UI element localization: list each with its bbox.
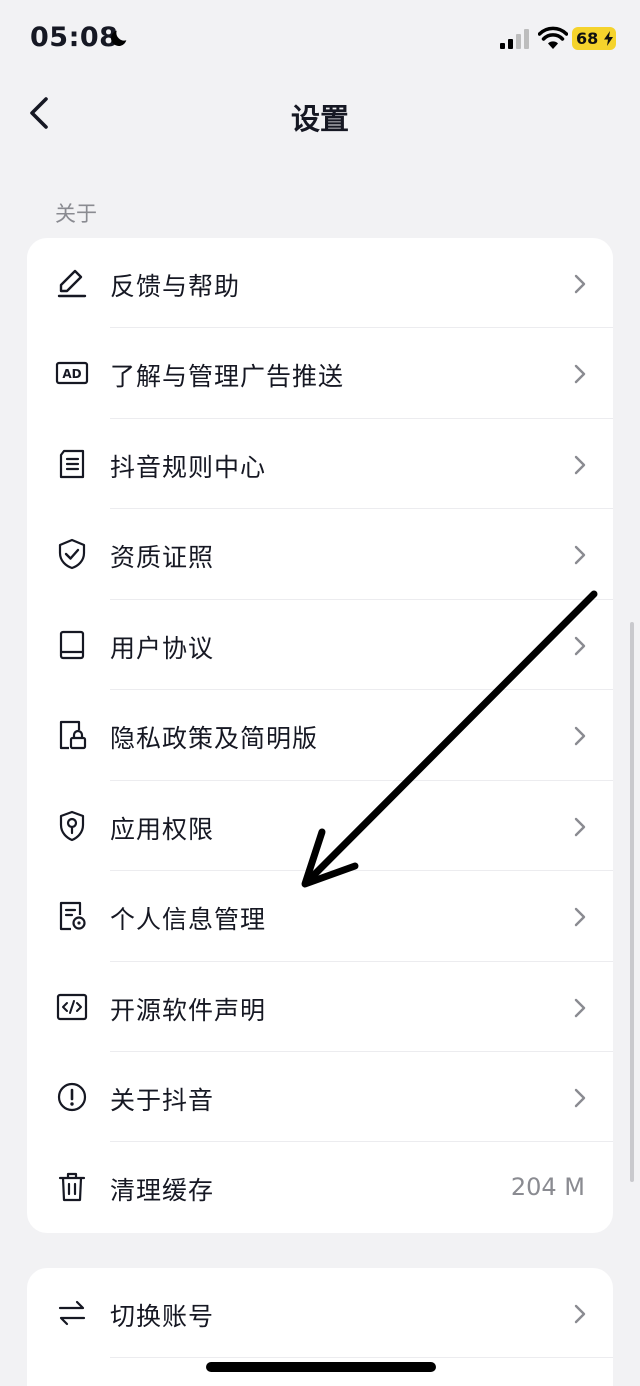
settings-item-feedback-help[interactable]: 反馈与帮助 xyxy=(27,238,613,329)
settings-item-label: 隐私政策及简明版 xyxy=(110,724,319,754)
chevron-right-icon xyxy=(574,907,586,927)
settings-item-label: 切换账号 xyxy=(110,1302,215,1331)
settings-item-label: 清理缓存 xyxy=(110,1176,215,1206)
settings-item-user-agreement[interactable]: 用户协议 xyxy=(27,600,613,691)
charging-bolt-icon xyxy=(604,31,613,46)
ad-icon: AD xyxy=(55,362,89,385)
settings-item-personal-info[interactable]: 个人信息管理 xyxy=(27,871,613,962)
chevron-right-icon xyxy=(574,365,586,384)
chevron-right-icon xyxy=(574,998,586,1017)
settings-item-label: 关于抖音 xyxy=(110,1085,215,1115)
chevron-right-icon xyxy=(574,455,586,475)
document-gear-icon xyxy=(59,901,86,931)
divider xyxy=(110,1357,613,1359)
chevron-right-icon xyxy=(574,817,586,836)
settings-item-label: 应用权限 xyxy=(110,814,215,844)
location-shield-icon xyxy=(59,810,85,841)
trash-icon xyxy=(58,1173,86,1202)
settings-screen: 05:08 68 设置 关于 反馈与帮助 AD 了解与管理广告推送 抖音规则中心… xyxy=(0,0,640,1386)
scrollbar[interactable] xyxy=(630,622,634,1182)
page-title: 设置 xyxy=(290,102,349,136)
chevron-right-icon xyxy=(574,1304,586,1324)
settings-item-ad-management[interactable]: AD 了解与管理广告推送 xyxy=(27,328,613,419)
moon-icon xyxy=(111,30,127,46)
shield-check-icon xyxy=(58,539,86,570)
chevron-right-icon xyxy=(574,546,586,565)
settings-item-app-permissions[interactable]: 应用权限 xyxy=(27,781,613,872)
settings-item-label: 了解与管理广告推送 xyxy=(110,362,345,392)
settings-item-label: 抖音规则中心 xyxy=(110,452,267,482)
settings-item-open-source[interactable]: 开源软件声明 xyxy=(27,962,613,1052)
settings-item-label: 开源软件声明 xyxy=(110,995,267,1025)
battery-indicator: 68 xyxy=(572,27,616,50)
document-list-icon xyxy=(59,449,85,478)
about-settings-card: 反馈与帮助 AD 了解与管理广告推送 抖音规则中心 资质证照 用户协议 隐私政策… xyxy=(27,238,613,1233)
status-time: 05:08 xyxy=(30,22,119,53)
section-label-about: 关于 xyxy=(55,202,97,226)
settings-item-label: 用户协议 xyxy=(110,633,215,663)
settings-item-privacy-policy[interactable]: 隐私政策及简明版 xyxy=(27,690,613,781)
svg-text:AD: AD xyxy=(62,367,81,381)
home-indicator[interactable] xyxy=(206,1362,436,1372)
settings-item-label: 资质证照 xyxy=(110,543,215,573)
settings-item-label: 个人信息管理 xyxy=(110,905,267,935)
book-icon xyxy=(59,630,85,659)
pencil-icon xyxy=(57,269,87,298)
settings-item-clear-cache[interactable]: 清理缓存 204 M xyxy=(27,1142,613,1232)
status-bar: 05:08 68 xyxy=(0,0,640,80)
chevron-right-icon xyxy=(574,726,586,746)
chevron-right-icon xyxy=(574,636,586,655)
code-icon xyxy=(56,993,88,1020)
settings-item-label: 反馈与帮助 xyxy=(110,272,241,301)
info-circle-icon xyxy=(57,1082,87,1112)
navigation-bar: 设置 xyxy=(0,80,640,146)
wifi-icon xyxy=(538,26,568,49)
chevron-right-icon xyxy=(574,1088,586,1108)
settings-item-rules-center[interactable]: 抖音规则中心 xyxy=(27,419,613,510)
privacy-lock-icon xyxy=(59,721,87,750)
chevron-right-icon xyxy=(574,274,586,294)
switch-arrows-icon xyxy=(58,1300,86,1326)
settings-item-about-douyin[interactable]: 关于抖音 xyxy=(27,1052,613,1143)
settings-item-switch-account[interactable]: 切换账号 xyxy=(27,1268,613,1359)
battery-level: 68 xyxy=(576,29,599,48)
settings-item-qualifications[interactable]: 资质证照 xyxy=(27,509,613,600)
cellular-signal-icon xyxy=(500,29,529,49)
cache-size-value: 204 M xyxy=(510,1173,585,1202)
